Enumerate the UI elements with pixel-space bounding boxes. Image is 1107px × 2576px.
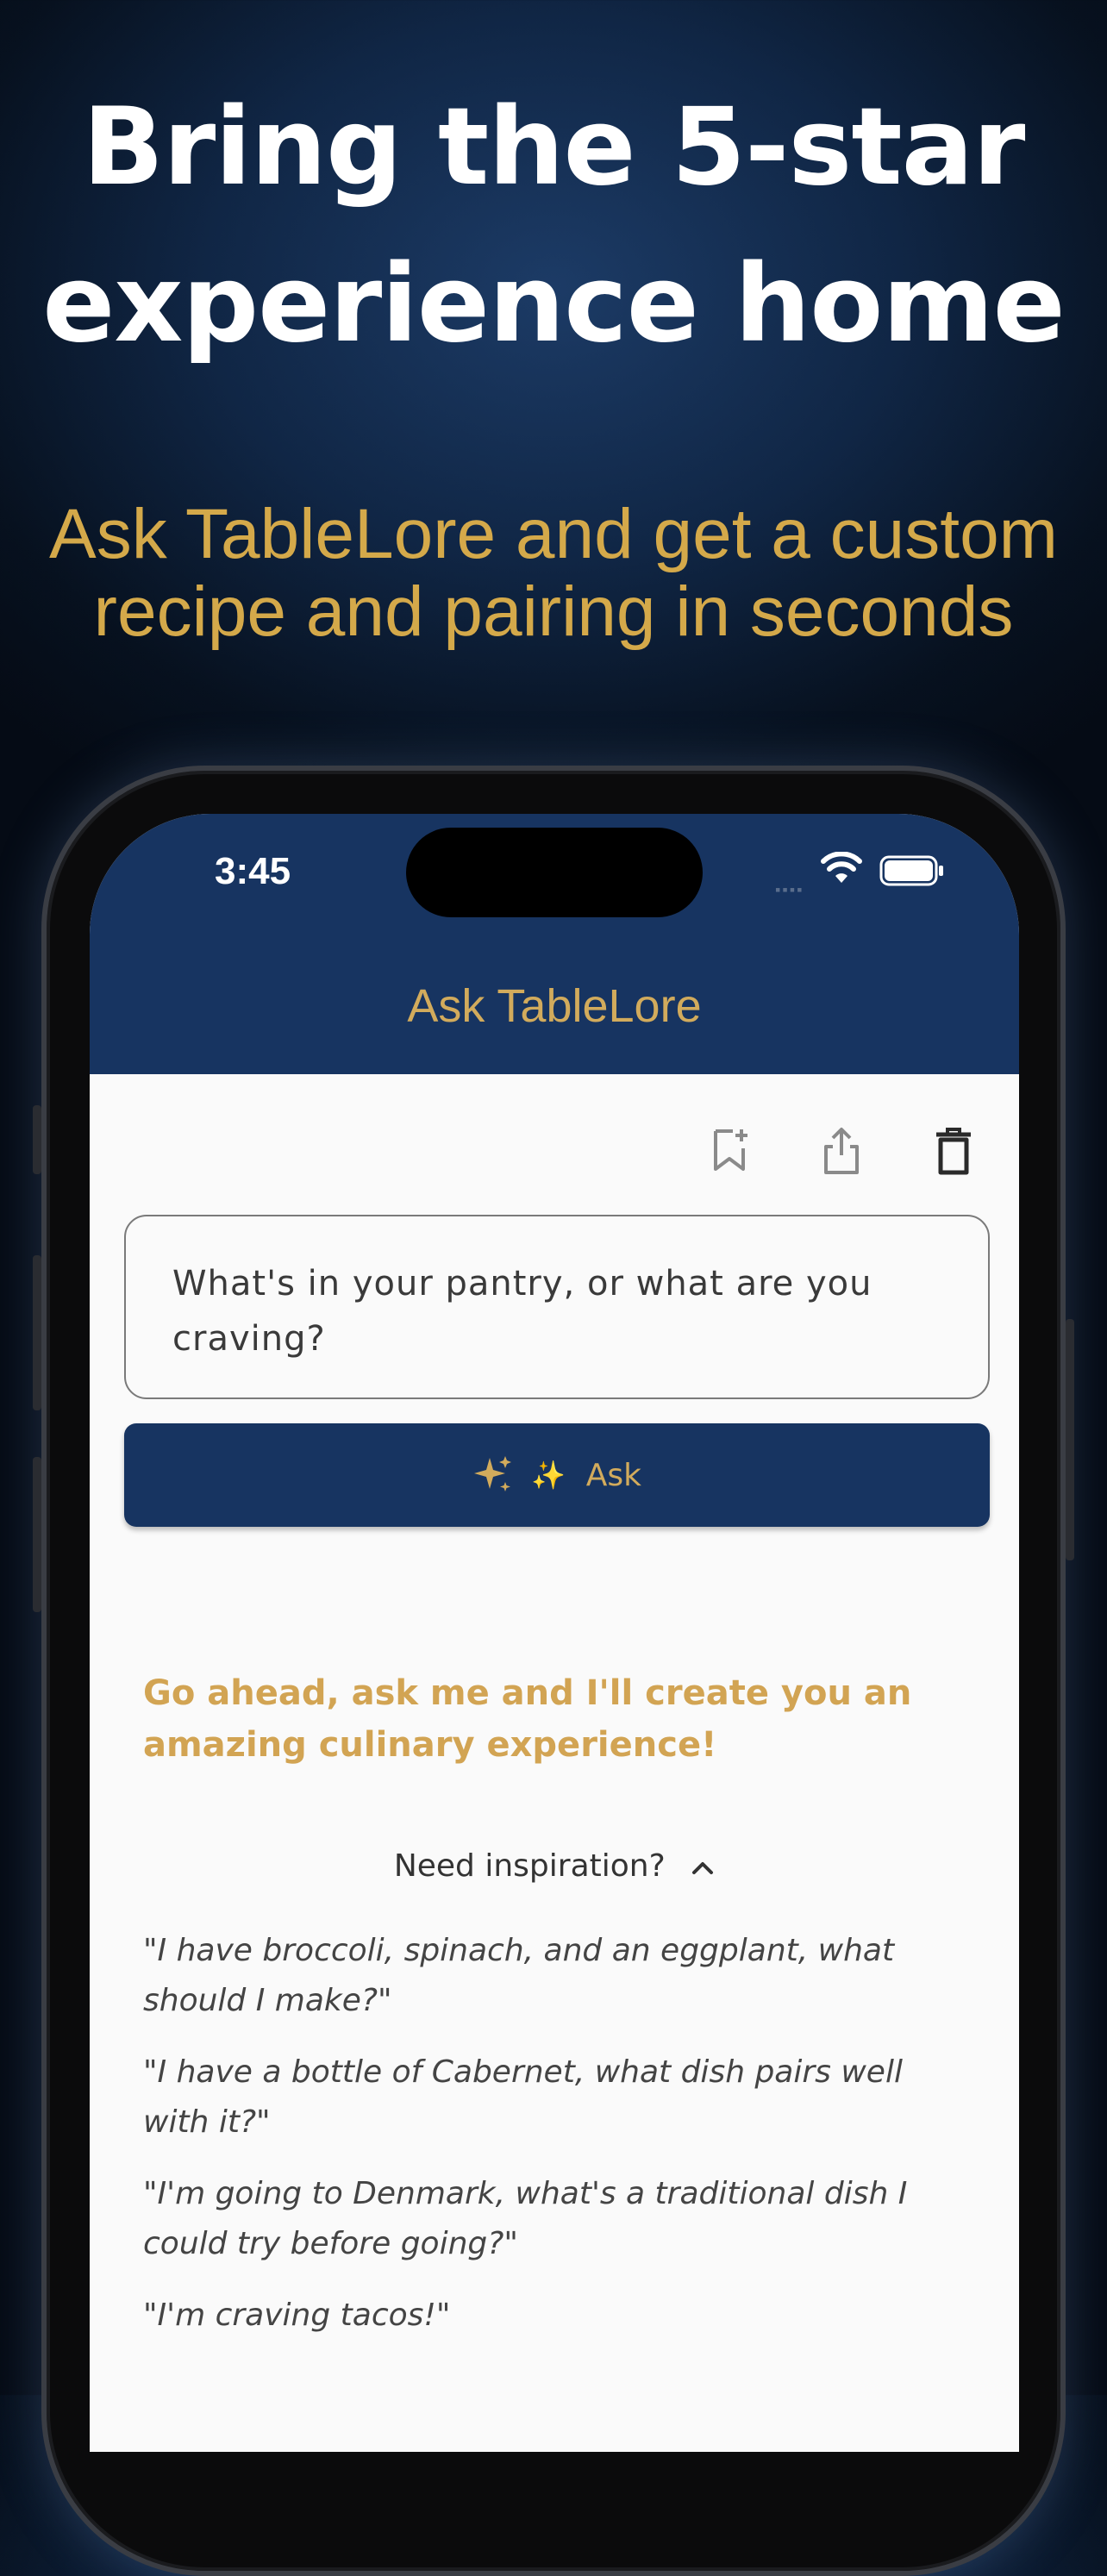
status-time: 3:45: [215, 850, 291, 892]
hero-headline: Bring the 5-star experience home: [0, 69, 1107, 383]
hero-subheadline-line-1: Ask TableLore and get a custom: [49, 495, 1058, 573]
hero-subheadline: Ask TableLore and get a custom recipe an…: [0, 496, 1107, 651]
wifi-icon: [821, 852, 862, 883]
chevron-up-icon: [692, 1862, 714, 1874]
app-header: 3:45 ▪▪▪▪ Ask TableLore: [90, 814, 1019, 1074]
example-prompt[interactable]: "I'm going to Denmark, what's a traditio…: [143, 2169, 971, 2269]
sparkle-icon: [473, 1456, 511, 1491]
battery-icon: [879, 855, 943, 886]
example-prompt[interactable]: "I have broccoli, spinach, and an eggpla…: [143, 1926, 971, 2026]
inspiration-toggle[interactable]: Need inspiration?: [90, 1848, 1019, 1884]
dynamic-island: [406, 828, 703, 917]
prompt-input[interactable]: What's in your pantry, or what are you c…: [124, 1215, 990, 1399]
hero-subheadline-line-2: recipe and pairing in seconds: [93, 572, 1014, 651]
app-title: Ask TableLore: [407, 980, 702, 1032]
intro-message: Go ahead, ask me and I'll create you an …: [143, 1673, 912, 1765]
ask-button-label: Ask: [585, 1457, 642, 1493]
app-screen: 3:45 ▪▪▪▪ Ask TableLore What's in your p…: [90, 814, 1019, 2452]
inspiration-label: Need inspiration?: [393, 1848, 666, 1884]
signal-icon: ▪▪▪▪: [775, 881, 804, 898]
hero-headline-line-1: Bring the 5-star: [82, 85, 1026, 209]
example-prompts-list: "I have broccoli, spinach, and an eggpla…: [143, 1926, 971, 2362]
prompt-placeholder: What's in your pantry, or what are you c…: [172, 1264, 872, 1359]
phone-action-button: [33, 1105, 41, 1174]
phone-power-button: [1066, 1319, 1074, 1560]
hero-headline-line-2: experience home: [42, 242, 1066, 366]
trash-icon[interactable]: [928, 1124, 979, 1176]
bookmark-add-icon[interactable]: [704, 1124, 755, 1176]
example-prompt[interactable]: "I have a bottle of Cabernet, what dish …: [143, 2048, 971, 2148]
share-icon[interactable]: [816, 1124, 867, 1176]
ask-button[interactable]: ✨ Ask: [124, 1423, 990, 1527]
phone-volume-down-button: [33, 1457, 41, 1612]
phone-volume-up-button: [33, 1255, 41, 1410]
example-prompt[interactable]: "I'm craving tacos!": [143, 2291, 971, 2341]
sparkles-emoji-icon: ✨: [530, 1459, 566, 1491]
